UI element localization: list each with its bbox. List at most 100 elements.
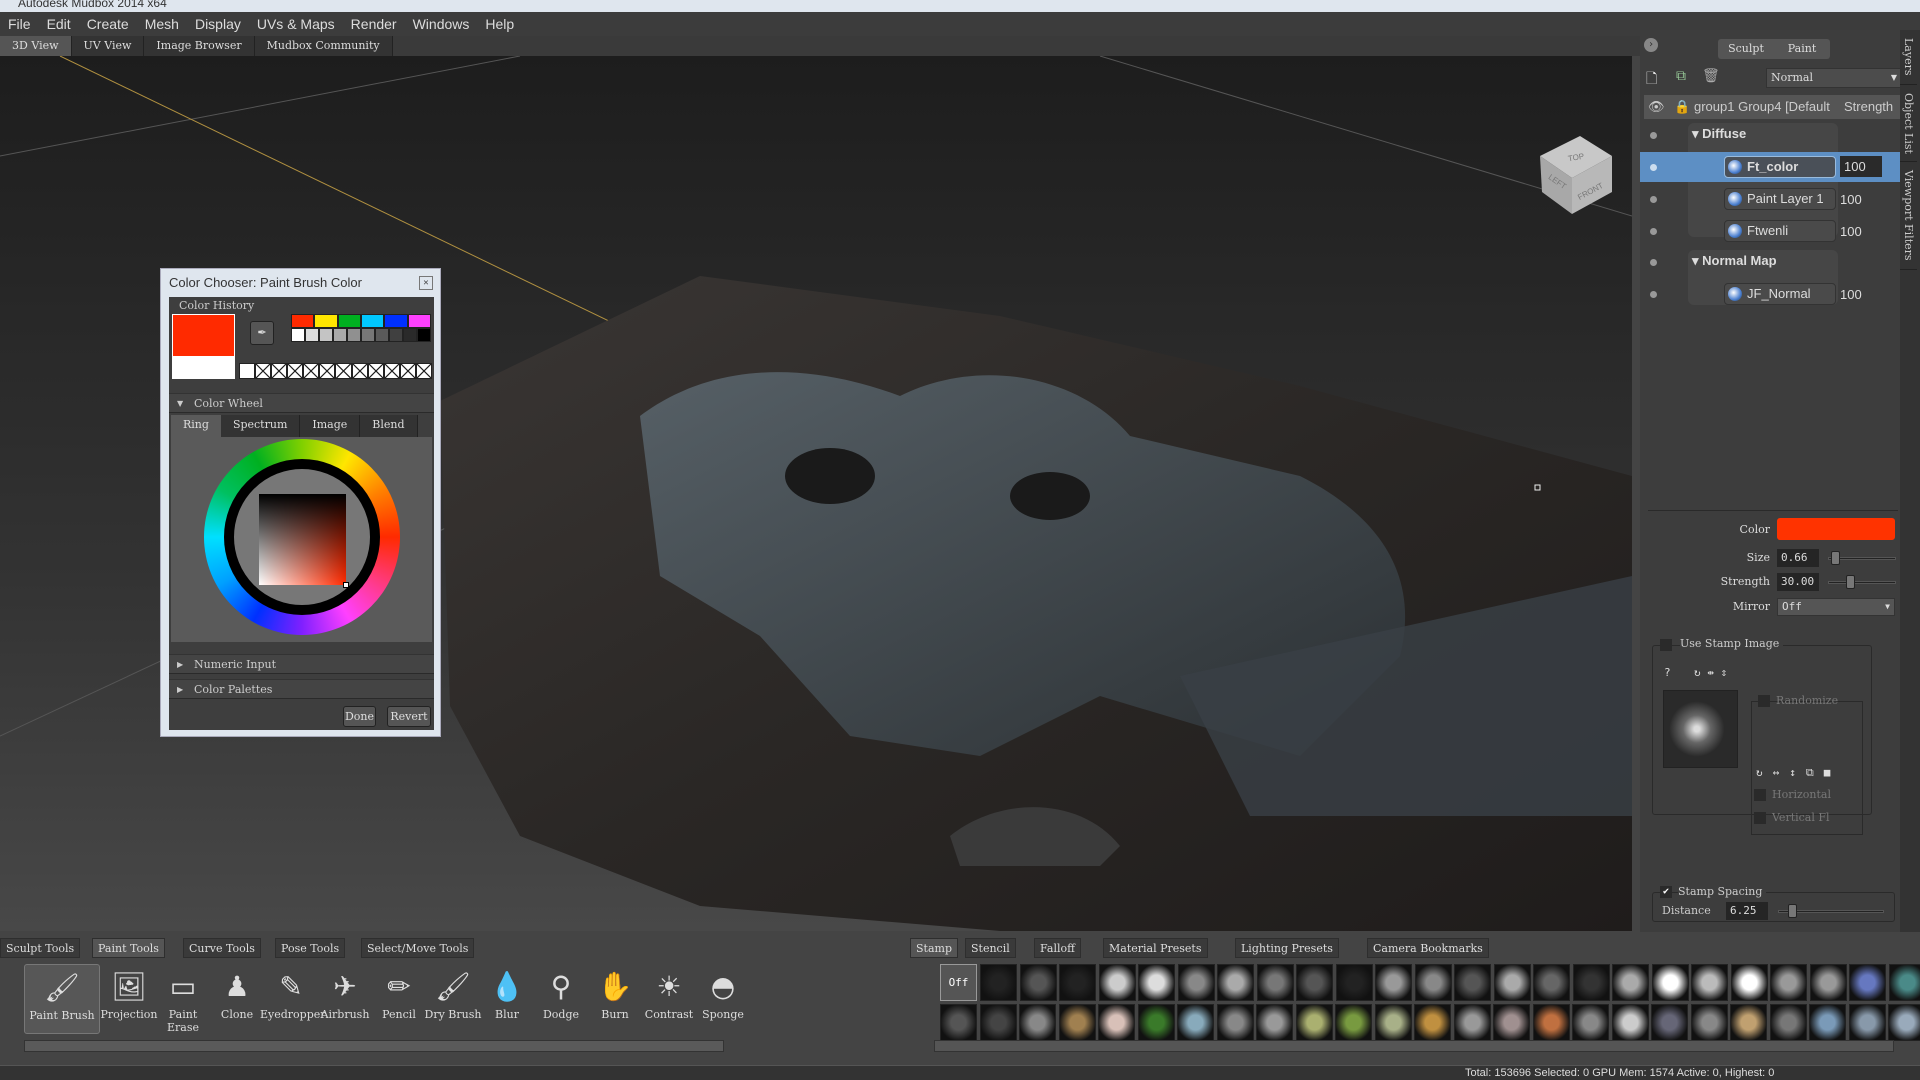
tab-paint-tools[interactable]: Paint Tools bbox=[92, 938, 165, 958]
tab-select-move-tools[interactable]: Select/Move Tools bbox=[361, 938, 475, 958]
rotate-flip-icons[interactable]: ↻ ⇹ ⇕ bbox=[1694, 666, 1727, 679]
color-palettes-section[interactable]: ▶ Color Palettes bbox=[169, 679, 434, 699]
custom-swatch-slot[interactable] bbox=[303, 363, 320, 379]
stamp-thumbnail[interactable] bbox=[1651, 1004, 1688, 1041]
close-icon[interactable]: ✕ bbox=[419, 276, 433, 290]
stamp-thumbnail[interactable] bbox=[1375, 964, 1412, 1001]
mirror-select[interactable]: Off ▼ bbox=[1777, 598, 1895, 616]
color-swatch[interactable] bbox=[291, 328, 305, 342]
viewcube[interactable]: LEFT FRONT TOP bbox=[1540, 136, 1612, 214]
stamp-thumbnail[interactable] bbox=[1572, 1004, 1609, 1041]
stamp-thumbnail[interactable] bbox=[1690, 1004, 1728, 1041]
stamp-thumbnail[interactable] bbox=[1532, 1004, 1570, 1041]
collapse-panel-icon[interactable]: › bbox=[1644, 38, 1658, 52]
color-swatch[interactable] bbox=[337, 314, 361, 328]
menu-display[interactable]: Display bbox=[187, 16, 249, 32]
tab-blend[interactable]: Blend bbox=[360, 415, 418, 437]
stamp-thumbnail[interactable] bbox=[1612, 964, 1649, 1001]
tab-image[interactable]: Image bbox=[300, 415, 361, 437]
tab-uv-view[interactable]: UV View bbox=[71, 36, 145, 56]
stamp-thumbnail[interactable] bbox=[1493, 964, 1531, 1001]
stamp-thumbnail[interactable] bbox=[1138, 964, 1175, 1001]
custom-swatch-slot[interactable] bbox=[319, 363, 336, 379]
menu-help[interactable]: Help bbox=[477, 16, 522, 32]
stamp-thumbnail[interactable] bbox=[1770, 964, 1807, 1001]
layer-row-paint-layer-1[interactable]: Paint Layer 1 100 bbox=[1640, 184, 1900, 214]
layer-strength[interactable]: 100 bbox=[1840, 287, 1862, 302]
menu-uvs-maps[interactable]: UVs & Maps bbox=[249, 16, 343, 32]
layer-row-jf-normal[interactable]: JF_Normal 100 bbox=[1640, 279, 1900, 309]
stamp-thumbnail[interactable] bbox=[1533, 964, 1570, 1001]
stamp-thumbnail[interactable] bbox=[1019, 1004, 1056, 1041]
tab-curve-tools[interactable]: Curve Tools bbox=[183, 938, 261, 958]
color-swatch[interactable] bbox=[384, 314, 408, 328]
layer-group-diffuse[interactable]: ▾ Diffuse bbox=[1640, 120, 1900, 150]
done-button[interactable]: Done bbox=[343, 706, 376, 727]
visibility-eye-icon[interactable]: 👁 bbox=[1648, 95, 1665, 119]
stamp-thumbnail[interactable] bbox=[1730, 964, 1768, 1001]
color-swatch[interactable] bbox=[407, 314, 431, 328]
custom-swatch-slot[interactable] bbox=[271, 363, 288, 379]
stamp-thumbnail[interactable] bbox=[1888, 964, 1920, 1001]
stamp-thumbnail[interactable] bbox=[1809, 964, 1847, 1001]
tab-pose-tools[interactable]: Pose Tools bbox=[275, 938, 346, 958]
tab-spectrum[interactable]: Spectrum bbox=[220, 415, 301, 437]
color-picker-handle[interactable] bbox=[343, 582, 349, 588]
menu-windows[interactable]: Windows bbox=[405, 16, 478, 32]
custom-swatch-slot[interactable] bbox=[255, 363, 272, 379]
stamp-thumbnail[interactable] bbox=[1098, 1004, 1135, 1041]
tab-layers[interactable]: Layers bbox=[1900, 30, 1917, 85]
tab-camera-bookmarks[interactable]: Camera Bookmarks bbox=[1367, 938, 1489, 958]
color-swatch[interactable] bbox=[375, 328, 389, 342]
stamp-thumbnail[interactable] bbox=[940, 1004, 977, 1041]
stamp-thumbnail[interactable] bbox=[1019, 964, 1057, 1001]
tab-material-presets[interactable]: Material Presets bbox=[1103, 938, 1208, 958]
stamp-thumbnail[interactable] bbox=[1691, 964, 1728, 1001]
stamp-thumbnail[interactable] bbox=[1098, 964, 1136, 1001]
tab-mudbox-community[interactable]: Mudbox Community bbox=[254, 36, 393, 56]
previous-color-swatch[interactable] bbox=[172, 357, 235, 379]
color-swatch[interactable] bbox=[361, 328, 375, 342]
distance-slider-handle[interactable] bbox=[1787, 904, 1797, 918]
stamp-thumbnail[interactable] bbox=[1888, 1004, 1920, 1041]
stamp-thumbnail[interactable] bbox=[1177, 964, 1215, 1001]
tool-clone[interactable]: ♟ Clone bbox=[206, 964, 268, 1034]
stamp-thumbnail[interactable] bbox=[1454, 964, 1491, 1001]
layer-strength[interactable]: 100 bbox=[1840, 156, 1882, 177]
tool-burn[interactable]: ✋ Burn bbox=[584, 964, 646, 1034]
custom-swatch-slot[interactable] bbox=[415, 363, 432, 379]
custom-swatch-slot[interactable] bbox=[287, 363, 304, 379]
stamp-scrollbar[interactable] bbox=[934, 1040, 1894, 1052]
blend-mode-select[interactable]: Normal ▼ bbox=[1766, 68, 1902, 88]
stamp-thumbnail[interactable] bbox=[1177, 1004, 1214, 1041]
menu-create[interactable]: Create bbox=[79, 16, 137, 32]
strength-input[interactable]: 30.00 bbox=[1777, 573, 1819, 591]
tab-object-list[interactable]: Object List bbox=[1900, 85, 1917, 163]
color-swatch[interactable] bbox=[417, 328, 431, 342]
stamp-thumbnail[interactable] bbox=[1849, 964, 1886, 1001]
stamp-thumbnail[interactable] bbox=[1256, 1004, 1293, 1041]
tool-projection[interactable]: 🖼 Projection bbox=[98, 964, 160, 1034]
strength-slider-handle[interactable] bbox=[1845, 575, 1855, 589]
stamp-thumbnail[interactable] bbox=[979, 1004, 1017, 1041]
stamp-thumbnail[interactable] bbox=[1493, 1004, 1530, 1041]
stamp-thumbnail[interactable] bbox=[980, 964, 1017, 1001]
color-swatch[interactable] bbox=[314, 314, 338, 328]
duplicate-layer-icon[interactable]: ⧉ bbox=[1676, 68, 1686, 84]
stamp-thumbnail[interactable] bbox=[1414, 1004, 1451, 1041]
tab-stamp[interactable]: Stamp bbox=[910, 938, 958, 958]
tool-eyedropper[interactable]: ✎ Eyedropper bbox=[260, 964, 326, 1034]
layer-strength[interactable]: 100 bbox=[1840, 192, 1862, 207]
layer-row-ftwenli[interactable]: Ftwenli 100 bbox=[1640, 216, 1900, 246]
custom-swatch-slot[interactable] bbox=[367, 363, 384, 379]
tab-falloff[interactable]: Falloff bbox=[1034, 938, 1081, 958]
stamp-thumbnail[interactable] bbox=[1730, 1004, 1767, 1041]
tool-contrast[interactable]: ☀ Contrast bbox=[638, 964, 700, 1034]
size-input[interactable]: 0.66 bbox=[1777, 549, 1819, 567]
use-stamp-checkbox[interactable] bbox=[1660, 639, 1672, 651]
menu-edit[interactable]: Edit bbox=[39, 16, 79, 32]
stamp-thumbnail[interactable] bbox=[1335, 1004, 1372, 1041]
brush-color-swatch[interactable] bbox=[1777, 518, 1895, 540]
layer-group-normal-map[interactable]: ▾ Normal Map bbox=[1640, 247, 1900, 277]
distance-input[interactable]: 6.25 bbox=[1726, 902, 1768, 920]
